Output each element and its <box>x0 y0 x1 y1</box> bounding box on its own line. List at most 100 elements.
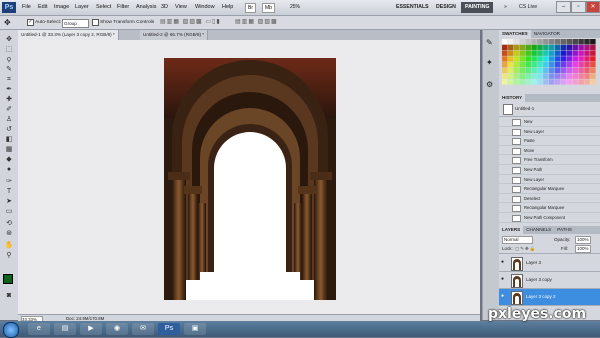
tab-layers[interactable]: LAYERS <box>499 226 524 234</box>
blur-tool-icon[interactable]: ◆ <box>4 156 14 163</box>
workspace-more[interactable]: » <box>500 2 511 13</box>
history-item[interactable]: Rectangular Marquee <box>499 204 600 213</box>
close-button[interactable]: ✕ <box>586 1 600 13</box>
pen-tool-icon[interactable]: ✑ <box>4 178 14 185</box>
start-button[interactable] <box>3 322 19 338</box>
lasso-tool-icon[interactable]: ϙ <box>4 56 14 63</box>
3d-rotate-icon[interactable]: ⟲ <box>4 220 14 227</box>
show-transform-checkbox[interactable] <box>92 19 99 26</box>
visibility-eye-icon[interactable]: ● <box>501 277 507 282</box>
history-item[interactable]: Paste <box>499 137 600 146</box>
history-snapshot[interactable]: Untitled-1 <box>499 102 600 117</box>
healing-brush-icon[interactable]: ✚ <box>4 96 14 103</box>
menu-3d[interactable]: 3D <box>161 0 168 15</box>
shape-tool-icon[interactable]: ▭ <box>4 208 14 215</box>
menu-edit[interactable]: Edit <box>38 0 47 15</box>
bridge-button[interactable]: Br <box>245 3 256 13</box>
taskbar-ie-icon[interactable]: e <box>28 323 50 335</box>
lock-icons[interactable]: ▢✎✥🔒 <box>515 244 536 253</box>
taskbar-app-icon[interactable]: ✉ <box>132 323 154 335</box>
menu-filter[interactable]: Filter <box>117 0 129 15</box>
tab-untitled-1[interactable]: Untitled-1 @ 33.3% (Layer 3 copy 2, RGB/… <box>18 30 119 40</box>
auto-select-checkbox[interactable]: ✓ <box>27 19 34 26</box>
tab-untitled-2[interactable]: Untitled-2 @ 66.7% (RGB/8) * <box>140 30 209 40</box>
menu-layer[interactable]: Layer <box>75 0 89 15</box>
path-select-icon[interactable]: ➤ <box>4 198 14 205</box>
menu-analysis[interactable]: Analysis <box>136 0 156 15</box>
dodge-tool-icon[interactable]: ● <box>4 166 14 173</box>
tool-presets-icon[interactable]: ⚙ <box>486 80 493 89</box>
workspace-design[interactable]: DESIGN <box>432 2 460 13</box>
menu-select[interactable]: Select <box>96 0 111 15</box>
history-item[interactable]: New Layer <box>499 176 600 185</box>
menu-view[interactable]: View <box>175 0 187 15</box>
minibridge-button[interactable]: Mb <box>262 3 275 13</box>
3d-orbit-icon[interactable]: ⊛ <box>4 230 14 237</box>
brush-preset-icon[interactable]: ✎ <box>486 38 493 47</box>
document-canvas[interactable] <box>164 58 336 300</box>
gradient-tool-icon[interactable]: ▦ <box>4 146 14 153</box>
taskbar-folder-icon[interactable]: ▣ <box>184 323 206 335</box>
eyedropper-icon[interactable]: ✒ <box>4 86 14 93</box>
visibility-eye-icon[interactable]: ● <box>501 260 507 265</box>
history-item[interactable]: Deselect <box>499 195 600 204</box>
brush-tool-icon[interactable]: ✐ <box>4 106 14 113</box>
taskbar-photoshop-icon[interactable]: Ps <box>158 323 180 335</box>
tab-history[interactable]: HISTORY <box>499 94 526 102</box>
history-item[interactable]: Rectangular Marquee <box>499 185 600 194</box>
taskbar-explorer-icon[interactable]: ▤ <box>54 323 76 335</box>
hand-tool-icon[interactable]: ✋ <box>4 242 14 249</box>
history-item[interactable]: New Path Component <box>499 214 600 223</box>
minimize-button[interactable]: – <box>556 1 571 13</box>
tab-channels[interactable]: CHANNELS <box>523 227 554 232</box>
history-brush-icon[interactable]: ↺ <box>4 126 14 133</box>
move-tool-icon[interactable]: ✥ <box>4 36 14 43</box>
menu-window[interactable]: Window <box>195 0 215 15</box>
zoom-tool-icon[interactable]: ⚲ <box>4 252 14 259</box>
blend-mode-dropdown[interactable]: Normal <box>502 236 533 244</box>
layer-row[interactable]: ● Layer 3 <box>499 255 600 272</box>
foreground-color-swatch[interactable] <box>3 274 13 284</box>
tab-navigator[interactable]: NAVIGATOR <box>531 31 563 36</box>
taskbar-media-icon[interactable]: ▶ <box>80 323 102 335</box>
menu-file[interactable]: File <box>22 0 31 15</box>
taskbar-firefox-icon[interactable]: ◉ <box>106 323 128 335</box>
swatch <box>543 67 549 74</box>
menu-help[interactable]: Help <box>222 0 233 15</box>
type-tool-icon[interactable]: T <box>4 188 14 195</box>
fill-field[interactable]: 100% <box>575 245 591 253</box>
crop-tool-icon[interactable]: ⌗ <box>4 76 14 83</box>
history-item[interactable]: New Layer <box>499 128 600 137</box>
eraser-tool-icon[interactable]: ◧ <box>4 136 14 143</box>
quick-select-icon[interactable]: ✎ <box>4 66 14 73</box>
swatches-grid[interactable] <box>502 39 596 85</box>
workspace-essentials[interactable]: ESSENTIALS <box>392 2 433 13</box>
canvas-area[interactable] <box>18 40 480 314</box>
align-icons[interactable]: ▤▥▦ ▧▨▩ ▭▯▮ <box>160 18 221 27</box>
marquee-tool-icon[interactable]: ⬚ <box>4 46 14 53</box>
workspace-painting[interactable]: PAINTING <box>461 2 494 13</box>
layer-row[interactable]: ● Layer 3 copy 2 <box>499 289 600 306</box>
distribute-icons[interactable]: ▤▥▦ ▧▨▩ <box>235 18 278 27</box>
opacity-field[interactable]: 100% <box>575 236 591 244</box>
auto-select-dropdown[interactable]: Group <box>62 19 89 28</box>
swatch <box>543 73 549 79</box>
swatch <box>543 62 549 68</box>
history-item[interactable]: Move <box>499 147 600 156</box>
tab-paths[interactable]: PATHS <box>554 227 575 232</box>
clone-source-icon[interactable]: ✦ <box>486 58 493 67</box>
history-item[interactable]: Free Transform <box>499 156 600 165</box>
visibility-eye-icon[interactable]: ● <box>501 294 507 299</box>
cs-live-button[interactable]: CS Live <box>515 2 541 13</box>
zoom-level[interactable]: 25% <box>290 0 300 15</box>
tab-swatches[interactable]: SWATCHES <box>499 30 531 38</box>
layer-row[interactable]: ● Layer 3 copy <box>499 272 600 289</box>
restore-button[interactable]: ▫ <box>571 1 586 13</box>
menu-image[interactable]: Image <box>54 0 69 15</box>
swatch <box>531 62 537 68</box>
quick-mask-icon[interactable]: ◙ <box>4 292 14 299</box>
snapshot-label: Untitled-1 <box>515 106 535 111</box>
clone-stamp-icon[interactable]: ♙ <box>4 116 14 123</box>
history-item[interactable]: New Path <box>499 166 600 175</box>
history-item[interactable]: New <box>499 118 600 127</box>
